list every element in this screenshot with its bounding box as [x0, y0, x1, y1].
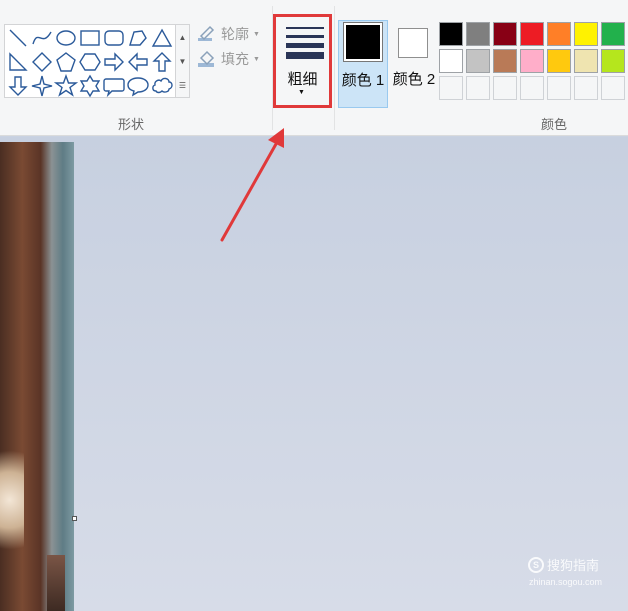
canvas-area[interactable]	[0, 137, 628, 611]
oval-shape-icon[interactable]	[54, 26, 78, 50]
color-palette	[439, 22, 628, 102]
pentagon-shape-icon[interactable]	[54, 50, 78, 74]
palette-color-swatch[interactable]	[601, 49, 625, 73]
size-line-thickest	[286, 52, 324, 59]
palette-color-swatch[interactable]	[574, 22, 598, 46]
palette-color-swatch[interactable]	[574, 49, 598, 73]
size-line-medium	[286, 35, 324, 38]
color1-swatch	[343, 22, 383, 62]
shapes-gallery	[4, 24, 176, 98]
fill-bucket-icon	[198, 50, 215, 67]
oval-callout-shape-icon[interactable]	[126, 74, 150, 98]
down-arrow-shape-icon[interactable]	[6, 74, 30, 98]
outline-dropdown-icon: ▼	[253, 30, 260, 38]
right-triangle-shape-icon[interactable]	[6, 50, 30, 74]
watermark: S 搜狗指南 zhinan.sogou.com	[528, 555, 624, 593]
rounded-callout-shape-icon[interactable]	[102, 74, 126, 98]
palette-color-swatch[interactable]	[547, 49, 571, 73]
up-arrow-shape-icon[interactable]	[150, 50, 174, 74]
four-point-star-shape-icon[interactable]	[30, 74, 54, 98]
ribbon-divider	[334, 6, 335, 130]
palette-custom-color-slot[interactable]	[520, 76, 544, 100]
cloud-callout-shape-icon[interactable]	[150, 74, 174, 98]
palette-color-swatch[interactable]	[547, 22, 571, 46]
outline-label: 轮廓	[221, 26, 249, 42]
canvas-resize-handle[interactable]	[72, 516, 77, 521]
palette-color-swatch[interactable]	[466, 49, 490, 73]
hexagon-shape-icon[interactable]	[78, 50, 102, 74]
palette-custom-color-slot[interactable]	[574, 76, 598, 100]
rounded-rectangle-shape-icon[interactable]	[102, 26, 126, 50]
palette-custom-color-slot[interactable]	[493, 76, 517, 100]
outline-button[interactable]: 轮廓 ▼	[196, 23, 260, 45]
fill-label: 填充	[221, 51, 249, 67]
diamond-shape-icon[interactable]	[30, 50, 54, 74]
palette-color-swatch[interactable]	[493, 22, 517, 46]
palette-custom-color-slot[interactable]	[601, 76, 625, 100]
rectangle-shape-icon[interactable]	[78, 26, 102, 50]
color1-label: 颜色 1	[341, 72, 385, 89]
gallery-scroll-up-button[interactable]: ▲	[176, 25, 189, 49]
color1-button[interactable]: 颜色 1	[338, 20, 388, 108]
fill-dropdown-icon: ▼	[253, 55, 260, 63]
palette-custom-color-slot[interactable]	[466, 76, 490, 100]
ribbon: ▲ ▼ ☰ 轮廓 ▼ 填充 ▼ 形状 粗细 ▼ 颜色 1 颜色 2 颜色	[0, 0, 628, 136]
canvas-image-hinge	[47, 555, 65, 611]
watermark-title: 搜狗指南	[547, 558, 600, 573]
color2-swatch	[398, 28, 428, 58]
gallery-scroll-down-button[interactable]: ▼	[176, 49, 189, 73]
size-dropdown-icon: ▼	[298, 89, 305, 96]
colors-group-label: 颜色	[541, 117, 568, 132]
polygon-shape-icon[interactable]	[126, 26, 150, 50]
palette-color-swatch[interactable]	[520, 49, 544, 73]
left-arrow-shape-icon[interactable]	[126, 50, 150, 74]
palette-color-swatch[interactable]	[601, 22, 625, 46]
palette-color-swatch[interactable]	[466, 22, 490, 46]
size-line-thin	[286, 27, 324, 29]
palette-color-swatch[interactable]	[520, 22, 544, 46]
right-arrow-shape-icon[interactable]	[102, 50, 126, 74]
fill-button[interactable]: 填充 ▼	[196, 48, 260, 70]
gallery-expand-button[interactable]: ☰	[176, 73, 189, 97]
palette-color-swatch[interactable]	[439, 49, 463, 73]
palette-custom-color-slot[interactable]	[547, 76, 571, 100]
size-line-thick	[286, 43, 324, 48]
five-point-star-shape-icon[interactable]	[54, 74, 78, 98]
size-label: 粗细	[287, 71, 318, 88]
canvas-image-highlight	[0, 440, 24, 560]
triangle-shape-icon[interactable]	[150, 26, 174, 50]
color2-button[interactable]: 颜色 2	[391, 20, 437, 108]
palette-color-swatch[interactable]	[493, 49, 517, 73]
curve-shape-icon[interactable]	[30, 26, 54, 50]
line-shape-icon[interactable]	[6, 26, 30, 50]
shapes-gallery-scroller: ▲ ▼ ☰	[176, 24, 190, 98]
color2-label: 颜色 2	[392, 71, 436, 88]
shapes-group-label: 形状	[118, 117, 145, 132]
size-button[interactable]: 粗细 ▼	[273, 14, 332, 108]
watermark-url: zhinan.sogou.com	[529, 577, 603, 587]
sogou-logo-icon: S	[528, 556, 544, 573]
six-point-star-shape-icon[interactable]	[78, 74, 102, 98]
palette-color-swatch[interactable]	[439, 22, 463, 46]
palette-custom-color-slot[interactable]	[439, 76, 463, 100]
outline-pen-icon	[198, 25, 215, 41]
